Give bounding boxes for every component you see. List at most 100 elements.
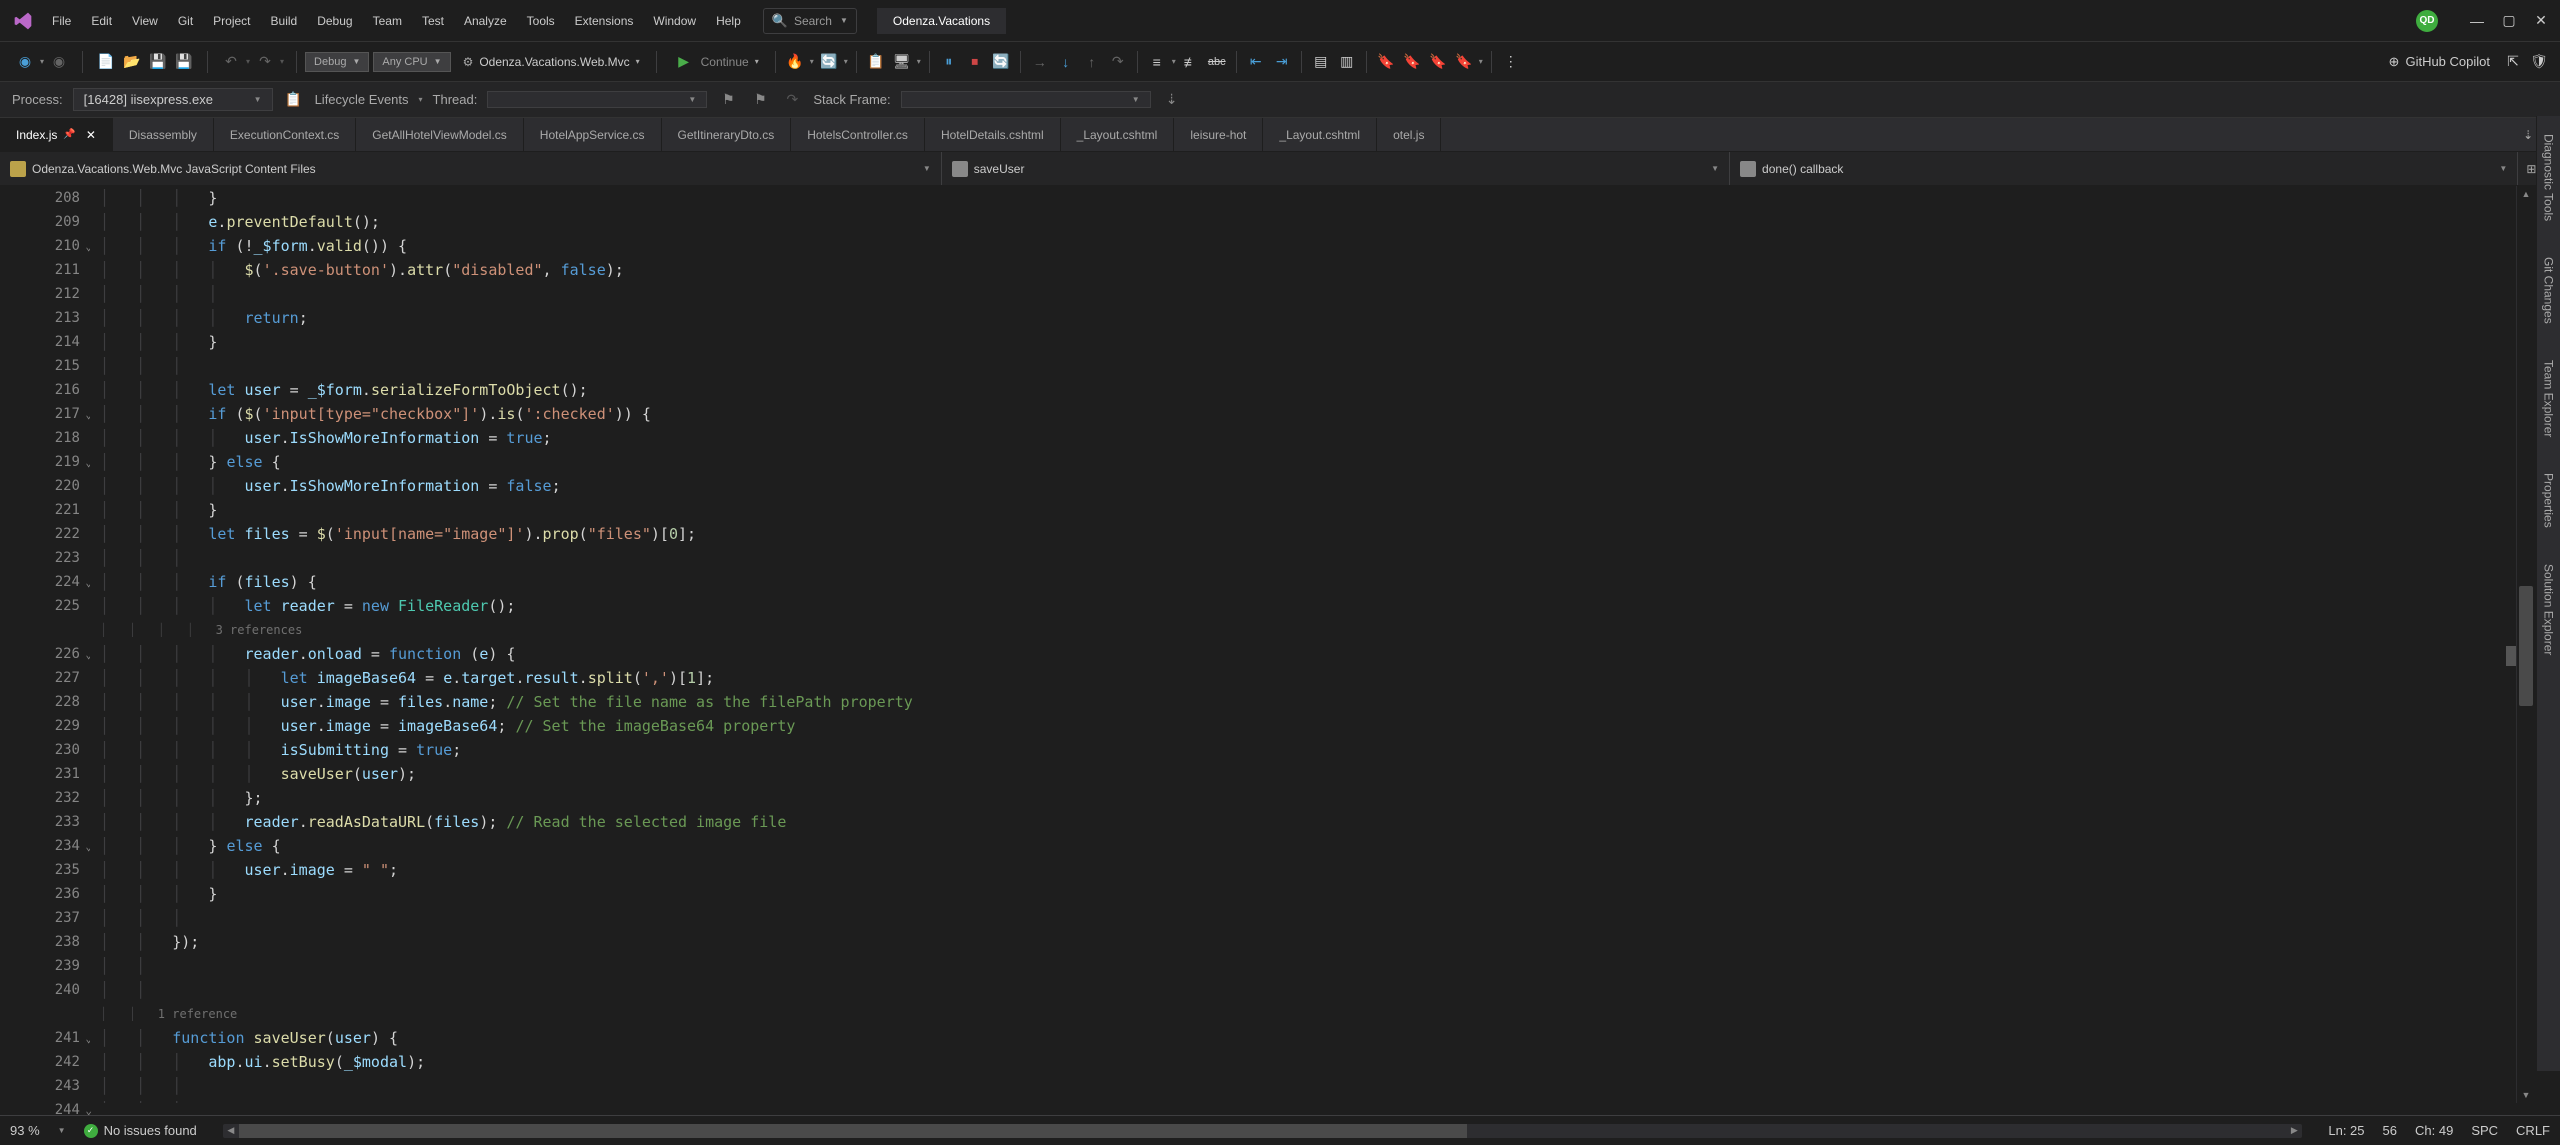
code-line[interactable]: │ │ │ } [100,498,2560,522]
code-line[interactable]: │ │ │ } [100,882,2560,906]
code-line[interactable]: │ │ │ [100,906,2560,930]
scroll-thumb[interactable] [2519,586,2533,706]
line-number[interactable]: 236 [0,882,90,906]
line-number[interactable]: 215 [0,354,90,378]
line-number[interactable]: 239 [0,954,90,978]
nav-member[interactable]: saveUser ▼ [942,152,1730,185]
tab-leisure-hot[interactable]: leisure-hot [1174,118,1263,151]
code-line[interactable]: │ │ │ } else { [100,834,2560,858]
code-line[interactable]: │ │ }); [100,930,2560,954]
code-line[interactable]: │ │ │ let user = _$form.serializeFormToO… [100,378,2560,402]
codelens[interactable]: │ │ │ │ 3 references [100,618,2560,642]
code-line[interactable]: │ │ function saveUser(user) { [100,1026,2560,1050]
line-number[interactable]: 225 [0,594,90,618]
user-avatar[interactable]: QD [2416,10,2438,32]
open-icon[interactable]: 📂 [121,51,143,73]
line-number[interactable]: 216 [0,378,90,402]
sidetab-team-explorer[interactable]: Team Explorer [2540,352,2558,445]
line-number[interactable]: 232 [0,786,90,810]
new-item-icon[interactable]: 📄 [95,51,117,73]
vertical-scrollbar[interactable]: ▲ ▼ [2516,186,2534,1103]
nav-scope[interactable]: Odenza.Vacations.Web.Mvc JavaScript Cont… [0,152,942,185]
menu-extensions[interactable]: Extensions [565,4,644,38]
step-icon2[interactable]: ↷ [781,89,803,111]
share-icon[interactable]: ⇱ [2502,51,2524,73]
scroll-down-icon[interactable]: ▼ [2517,1087,2535,1103]
browser-dd-icon[interactable]: 🖥 [891,51,913,73]
line-number[interactable]: 237 [0,906,90,930]
menu-project[interactable]: Project [203,4,260,38]
config-dropdown[interactable]: Debug▼ [305,52,369,72]
code-line[interactable]: │ │ │ if (files) { [100,570,2560,594]
bookmark-prev-icon[interactable]: 🔖 [1401,51,1423,73]
line-number[interactable]: 213 [0,306,90,330]
line-number[interactable]: 223 [0,546,90,570]
browser-link-icon[interactable]: 📋 [865,51,887,73]
refresh-icon[interactable]: 🔄 [990,51,1012,73]
code-line[interactable]: │ │ │ } [100,330,2560,354]
github-copilot[interactable]: ⊕ GitHub Copilot [2381,54,2498,70]
restore-button[interactable]: ▢ [2502,14,2516,28]
code-line[interactable]: │ │ │ [100,1074,2560,1098]
startup-project[interactable]: ⚙ Odenza.Vacations.Web.Mvc ▾ [455,52,648,72]
tab-otel-js[interactable]: otel.js [1377,118,1441,151]
close-tab-icon[interactable]: ✕ [86,128,96,142]
hscroll-thumb[interactable] [239,1124,1468,1138]
misc-icon[interactable]: ⋮ [1500,51,1522,73]
uncomment-icon[interactable]: ≢ [1180,51,1202,73]
format-icon[interactable]: ▤ [1310,51,1332,73]
undo-icon[interactable]: ↶ [220,51,242,73]
code-editor[interactable]: 208209210⌄211212213214215216217⌄218219⌄2… [0,186,2560,1103]
line-number[interactable]: 224⌄ [0,570,90,594]
code-line[interactable]: │ │ │ │ }; [100,786,2560,810]
error-list[interactable]: ✓ No issues found [84,1123,197,1138]
line-number[interactable]: 234⌄ [0,834,90,858]
code-line[interactable]: │ │ │ │ user.IsShowMoreInformation = fal… [100,474,2560,498]
codelens[interactable]: │ │ 1 reference [100,1002,2560,1026]
tab-getallhotelviewmodel-cs[interactable]: GetAllHotelViewModel.cs [356,118,524,151]
menu-git[interactable]: Git [168,4,203,38]
line-number[interactable]: 229 [0,714,90,738]
lifecycle-label[interactable]: Lifecycle Events [315,92,409,107]
code-line[interactable]: │ │ │ if (quill!=null) { [100,1098,2560,1103]
overflow-icon[interactable]: ⇣ [1161,89,1183,111]
code-line[interactable]: │ │ │ │ │ user.image = files.name; // Se… [100,690,2560,714]
sidetab-solution-explorer[interactable]: Solution Explorer [2540,556,2558,663]
pin-icon[interactable]: 📌 [63,129,75,140]
line-number[interactable]: 240 [0,978,90,1002]
code-line[interactable]: │ │ │ │ user.IsShowMoreInformation = tru… [100,426,2560,450]
step-over-icon[interactable]: ↓ [1055,51,1077,73]
save-icon[interactable]: 💾 [147,51,169,73]
bookmark-next-icon[interactable]: 🔖 [1427,51,1449,73]
menu-file[interactable]: File [42,4,81,38]
line-number[interactable]: 243 [0,1074,90,1098]
line-number[interactable]: 241⌄ [0,1026,90,1050]
indent-icon[interactable]: ⇤ [1245,51,1267,73]
code-line[interactable]: │ │ │ if ($('input[type="checkbox"]').is… [100,402,2560,426]
line-number[interactable]: 218 [0,426,90,450]
scroll-left-icon[interactable]: ◀ [223,1125,239,1136]
step-into-icon[interactable]: → [1029,51,1051,73]
code-line[interactable]: │ │ [100,978,2560,1002]
comment-icon[interactable]: ≡ [1146,51,1168,73]
code-line[interactable]: │ │ │ │ reader.readAsDataURL(files); // … [100,810,2560,834]
line-number[interactable]: 221 [0,498,90,522]
process-dropdown[interactable]: [16428] iisexpress.exe▼ [73,88,273,111]
code-line[interactable]: │ │ │ │ │ let imageBase64 = e.target.res… [100,666,2560,690]
forward-icon[interactable]: ◉ [48,51,70,73]
line-number[interactable]: 231 [0,762,90,786]
menu-view[interactable]: View [122,4,168,38]
code-line[interactable]: │ │ │ [100,354,2560,378]
tab-disassembly[interactable]: Disassembly [113,118,214,151]
code-line[interactable]: │ │ │ │ user.image = " "; [100,858,2560,882]
tab-executioncontext-cs[interactable]: ExecutionContext.cs [214,118,356,151]
menu-test[interactable]: Test [412,4,454,38]
back-icon[interactable]: ◉ [14,51,36,73]
bookmark-icon[interactable]: 🔖 [1375,51,1397,73]
tab--layout-cshtml[interactable]: _Layout.cshtml [1263,118,1377,151]
sidetab-git-changes[interactable]: Git Changes [2540,249,2558,332]
split-icon[interactable]: ⊞ [2526,162,2536,176]
step-out-icon[interactable]: ↑ [1081,51,1103,73]
tab-hotelscontroller-cs[interactable]: HotelsController.cs [791,118,925,151]
code-line[interactable]: │ │ │ │ │ isSubmitting = true; [100,738,2560,762]
